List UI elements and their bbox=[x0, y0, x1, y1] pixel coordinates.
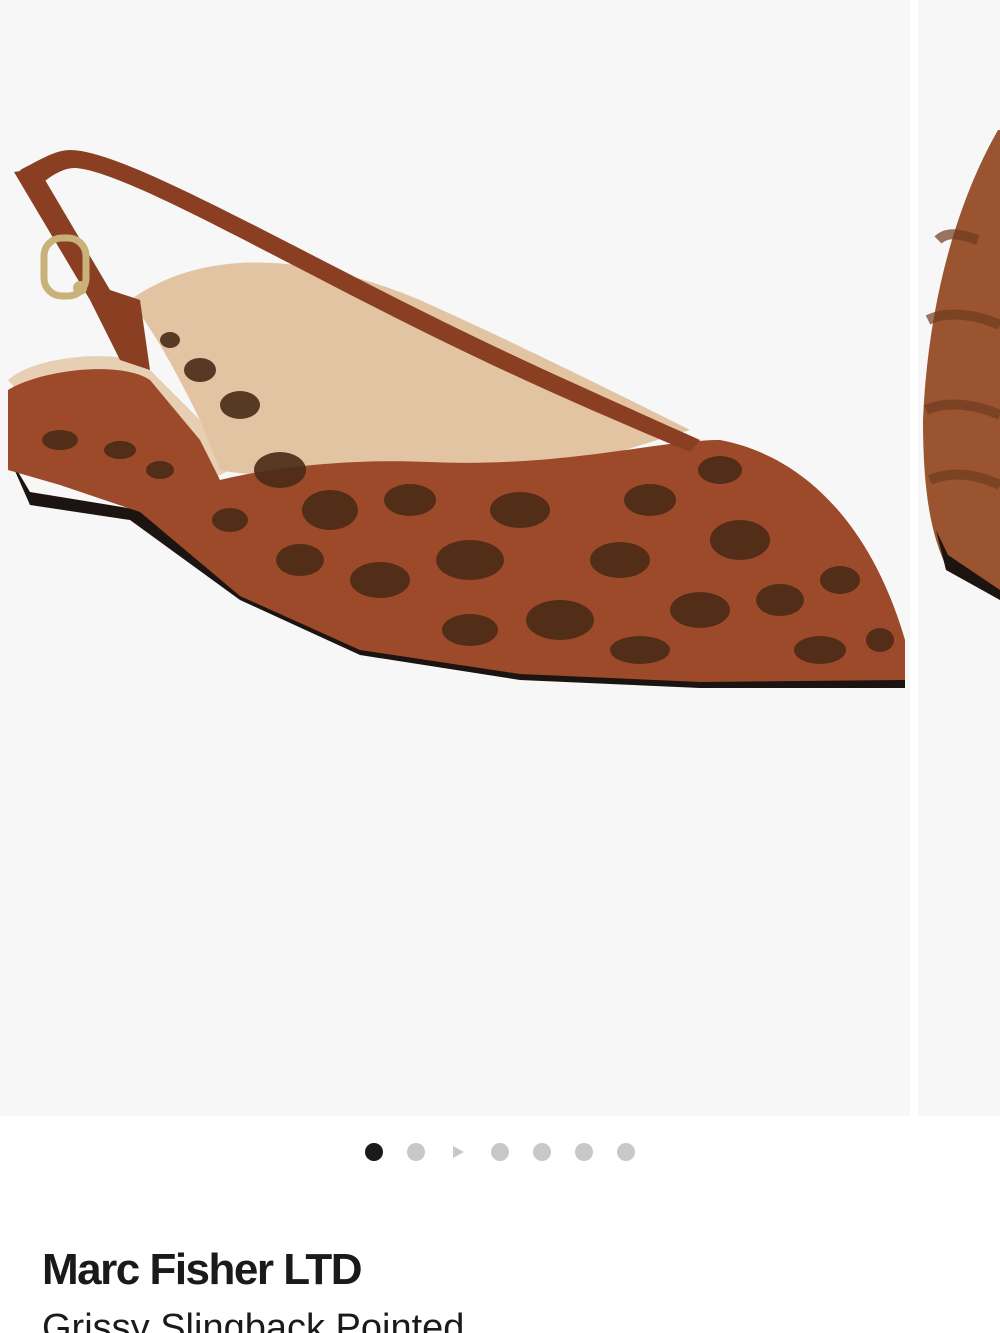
play-icon bbox=[453, 1146, 464, 1158]
shoe-image bbox=[8, 150, 905, 688]
shoe-image-next bbox=[923, 130, 1000, 600]
carousel-dot-2[interactable] bbox=[407, 1143, 425, 1161]
carousel-dot-5[interactable] bbox=[533, 1143, 551, 1161]
product-brand[interactable]: Marc Fisher LTD bbox=[42, 1244, 362, 1296]
product-image-next-preview[interactable] bbox=[918, 0, 1000, 1116]
carousel-dot-7[interactable] bbox=[617, 1143, 635, 1161]
carousel-pagination bbox=[0, 1143, 1000, 1161]
carousel-dot-4[interactable] bbox=[491, 1143, 509, 1161]
product-name: Grissy Slingback Pointed bbox=[42, 1307, 465, 1333]
product-image-carousel[interactable] bbox=[0, 0, 1000, 1116]
carousel-dot-1[interactable] bbox=[365, 1143, 383, 1161]
product-page: Marc Fisher LTD Grissy Slingback Pointed bbox=[0, 0, 1000, 1333]
carousel-dot-6[interactable] bbox=[575, 1143, 593, 1161]
product-image-main[interactable] bbox=[0, 0, 910, 1116]
carousel-video-dot[interactable] bbox=[449, 1143, 467, 1161]
